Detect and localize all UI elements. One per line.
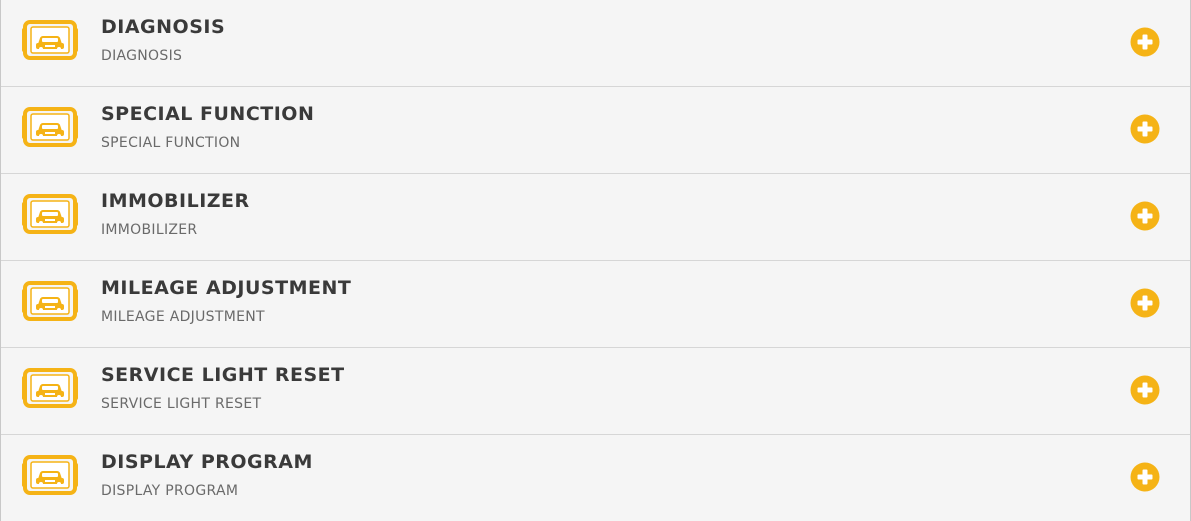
- item-title: DISPLAY PROGRAM: [101, 451, 313, 473]
- plus-circle-icon[interactable]: [1130, 27, 1160, 57]
- plus-circle-icon[interactable]: [1130, 114, 1160, 144]
- item-subtitle: IMMOBILIZER: [101, 222, 198, 238]
- list-item-display-program[interactable]: DISPLAY PROGRAM DISPLAY PROGRAM: [1, 435, 1190, 521]
- car-device-icon: [22, 367, 78, 409]
- item-title: MILEAGE ADJUSTMENT: [101, 277, 352, 299]
- item-title: DIAGNOSIS: [101, 16, 226, 38]
- car-device-icon: [22, 454, 78, 496]
- item-title: IMMOBILIZER: [101, 190, 250, 212]
- list-item-special-function[interactable]: SPECIAL FUNCTION SPECIAL FUNCTION: [1, 87, 1190, 174]
- list-item-service-light-reset[interactable]: SERVICE LIGHT RESET SERVICE LIGHT RESET: [1, 348, 1190, 435]
- plus-circle-icon[interactable]: [1130, 201, 1160, 231]
- item-subtitle: SPECIAL FUNCTION: [101, 135, 241, 151]
- plus-circle-icon[interactable]: [1130, 375, 1160, 405]
- car-device-icon: [22, 19, 78, 61]
- plus-circle-icon[interactable]: [1130, 462, 1160, 492]
- item-title: SPECIAL FUNCTION: [101, 103, 315, 125]
- item-title: SERVICE LIGHT RESET: [101, 364, 345, 386]
- item-subtitle: SERVICE LIGHT RESET: [101, 396, 262, 412]
- list-item-mileage-adjustment[interactable]: MILEAGE ADJUSTMENT MILEAGE ADJUSTMENT: [1, 261, 1190, 348]
- plus-circle-icon[interactable]: [1130, 288, 1160, 318]
- item-subtitle: MILEAGE ADJUSTMENT: [101, 309, 265, 325]
- car-device-icon: [22, 193, 78, 235]
- item-subtitle: DIAGNOSIS: [101, 48, 183, 64]
- car-device-icon: [22, 280, 78, 322]
- list-item-diagnosis[interactable]: DIAGNOSIS DIAGNOSIS: [1, 0, 1190, 87]
- item-subtitle: DISPLAY PROGRAM: [101, 483, 239, 499]
- car-device-icon: [22, 106, 78, 148]
- function-list: DIAGNOSIS DIAGNOSIS SPECIAL FUNCTION SPE…: [0, 0, 1191, 521]
- list-item-immobilizer[interactable]: IMMOBILIZER IMMOBILIZER: [1, 174, 1190, 261]
